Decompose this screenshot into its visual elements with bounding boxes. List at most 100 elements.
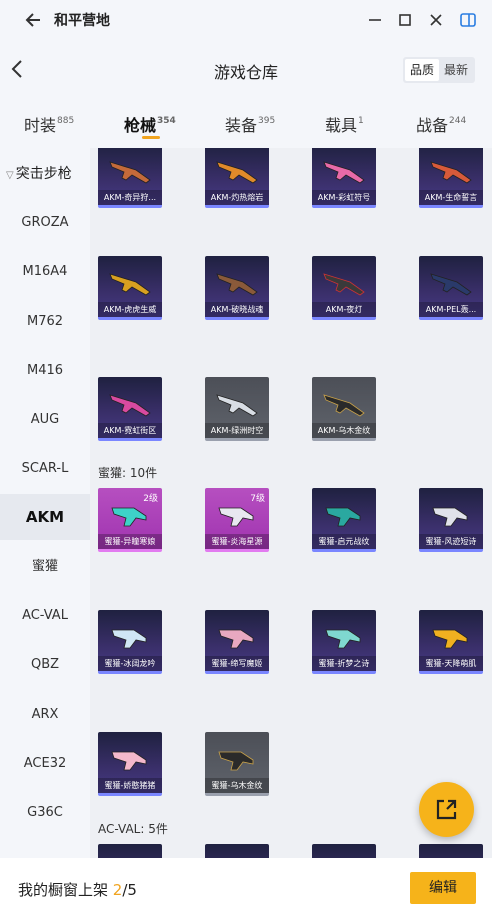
- skin-card[interactable]: 7级 蜜獾-炎海星源: [205, 488, 269, 552]
- tab-supplies[interactable]: 战备244: [416, 112, 466, 136]
- skin-card[interactable]: 蜜獾-启元战纹: [312, 488, 376, 552]
- skin-card[interactable]: AKM-霓虹街区: [98, 377, 162, 441]
- skin-name: AKM-绿洲时空: [205, 423, 269, 438]
- sidebar-item-groza[interactable]: GROZA: [0, 200, 90, 246]
- smg-skin-image: [218, 629, 254, 649]
- showcase-status: 我的橱窗上架 2/5: [18, 881, 137, 899]
- skin-card[interactable]: 蜜獾-风迹短诗: [419, 488, 483, 552]
- skin-card[interactable]: AKM-破晓战魂: [205, 256, 269, 320]
- skin-card[interactable]: AKM-乌木金纹: [312, 377, 376, 441]
- skin-name: 蜜獾-娇憨猪猪: [98, 778, 162, 793]
- showcase-bar: 我的橱窗上架 2/5 编辑: [0, 858, 492, 916]
- rifle-skin-image: [323, 394, 365, 417]
- skin-name: AKM-PEL轰...: [419, 302, 483, 317]
- showcase-total: /5: [122, 881, 137, 899]
- chevron-down-icon: ▽: [6, 170, 14, 181]
- smg-skin-image: [325, 629, 361, 649]
- sort-latest-option[interactable]: 最新: [439, 59, 473, 81]
- skin-name: AKM-彩虹符号: [312, 190, 376, 205]
- skin-card[interactable]: AKM-夜灯: [312, 256, 376, 320]
- sidebar-item-aug[interactable]: AUG: [0, 397, 90, 443]
- section-label-honey-badger: 蜜獾: 10件: [98, 466, 158, 480]
- share-external-icon: [436, 799, 457, 820]
- skin-name: 蜜獾-风迹短诗: [419, 534, 483, 549]
- skin-card[interactable]: AKM-灼热熔岩: [205, 148, 269, 208]
- skin-card[interactable]: AKM-生命誓言: [419, 148, 483, 208]
- window-titlebar: 和平营地: [0, 0, 492, 40]
- sort-toggle: 品质 最新: [403, 57, 475, 83]
- skin-card[interactable]: AKM-虎虎生威: [98, 256, 162, 320]
- maximize-icon[interactable]: [395, 10, 415, 30]
- sidebar-item-akm[interactable]: AKM: [0, 494, 90, 540]
- page-header: 游戏仓库 品质 最新: [0, 40, 492, 100]
- sidebar-category[interactable]: ▽ 突击步枪: [0, 163, 90, 183]
- weapon-sidebar: ▽ 突击步枪 GROZA M16A4 M762 M416 AUG SCAR-L A…: [0, 148, 90, 858]
- back-arrow-icon[interactable]: [24, 10, 44, 30]
- skin-card[interactable]: 蜜獾-天降萌肌: [419, 610, 483, 674]
- rifle-skin-image: [109, 161, 151, 184]
- smg-skin-image: [432, 629, 468, 649]
- smg-skin-image: [325, 507, 361, 527]
- sidebar-item-ace32[interactable]: ACE32: [0, 741, 90, 787]
- sidebar-item-scar-l[interactable]: SCAR-L: [0, 446, 90, 492]
- skin-name: AKM-奇异狩...: [98, 190, 162, 205]
- rifle-skin-image: [109, 394, 151, 417]
- skin-name: AKM-夜灯: [312, 302, 376, 317]
- sidebar-item-m762[interactable]: M762: [0, 299, 90, 345]
- skin-card[interactable]: [98, 844, 162, 858]
- sidebar-item-arx[interactable]: ARX: [0, 692, 90, 738]
- skin-name: 蜜獾-天降萌肌: [419, 656, 483, 671]
- skin-card[interactable]: [205, 844, 269, 858]
- skin-card[interactable]: 蜜獾-乌木金纹: [205, 732, 269, 796]
- category-tabs: 时装885 枪械354 装备395 载具1 战备244: [0, 100, 492, 148]
- sidebar-item-ac-val[interactable]: AC-VAL: [0, 593, 90, 639]
- rifle-skin-image: [430, 161, 472, 184]
- level-badge: 2级: [143, 494, 158, 504]
- section-label-ac-val: AC-VAL: 5件: [98, 822, 168, 836]
- skin-name: 蜜獾-异瞳寒娘: [98, 534, 162, 549]
- skin-card[interactable]: [419, 844, 483, 858]
- skin-name: AKM-生命誓言: [419, 190, 483, 205]
- sidebar-item-g36c[interactable]: G36C: [0, 790, 90, 836]
- sort-quality-option[interactable]: 品质: [405, 59, 439, 81]
- rifle-skin-image: [216, 394, 258, 417]
- skin-name: AKM-虎虎生威: [98, 302, 162, 317]
- skin-card[interactable]: AKM-PEL轰...: [419, 256, 483, 320]
- sidebar-item-m16a4[interactable]: M16A4: [0, 249, 90, 295]
- skin-name: AKM-乌木金纹: [312, 423, 376, 438]
- skin-card[interactable]: 蜜獾-折梦之诗: [312, 610, 376, 674]
- smg-skin-image: [111, 629, 147, 649]
- tab-fashion[interactable]: 时装885: [24, 112, 74, 136]
- close-icon[interactable]: [426, 10, 446, 30]
- sidebar-item-honey-badger[interactable]: 蜜獾: [0, 544, 90, 590]
- smg-skin-image: [218, 751, 254, 771]
- rifle-skin-image: [216, 273, 258, 296]
- edit-button[interactable]: 编辑: [410, 872, 476, 904]
- sidebar-toggle-icon[interactable]: [458, 10, 478, 30]
- share-button[interactable]: [419, 782, 474, 837]
- skin-card[interactable]: 蜜獾-冰阔龙吟: [98, 610, 162, 674]
- skin-name: 蜜獾-炎海星源: [205, 534, 269, 549]
- showcase-current-count: 2: [112, 881, 123, 899]
- smg-skin-image: [432, 507, 468, 527]
- tab-active-indicator: [142, 136, 160, 139]
- skin-card[interactable]: [312, 844, 376, 858]
- tab-firearms[interactable]: 枪械354: [124, 112, 176, 136]
- sidebar-item-m416[interactable]: M416: [0, 348, 90, 394]
- skin-card[interactable]: AKM-彩虹符号: [312, 148, 376, 208]
- skin-card[interactable]: AKM-绿洲时空: [205, 377, 269, 441]
- skin-name: AKM-灼热熔岩: [205, 190, 269, 205]
- skin-name: 蜜獾-折梦之诗: [312, 656, 376, 671]
- skin-card[interactable]: 蜜獾-娇憨猪猪: [98, 732, 162, 796]
- rifle-skin-image: [323, 273, 365, 296]
- skin-card[interactable]: AKM-奇异狩...: [98, 148, 162, 208]
- skin-card[interactable]: 蜜獾-缔写魔姬: [205, 610, 269, 674]
- skin-name: 蜜獾-冰阔龙吟: [98, 656, 162, 671]
- skin-name: AKM-破晓战魂: [205, 302, 269, 317]
- minimize-icon[interactable]: [365, 10, 385, 30]
- rifle-skin-image: [109, 273, 151, 296]
- tab-vehicles[interactable]: 载具1: [325, 112, 364, 136]
- sidebar-item-qbz[interactable]: QBZ: [0, 642, 90, 688]
- skin-card[interactable]: 2级 蜜獾-异瞳寒娘: [98, 488, 162, 552]
- tab-equipment[interactable]: 装备395: [225, 112, 275, 136]
